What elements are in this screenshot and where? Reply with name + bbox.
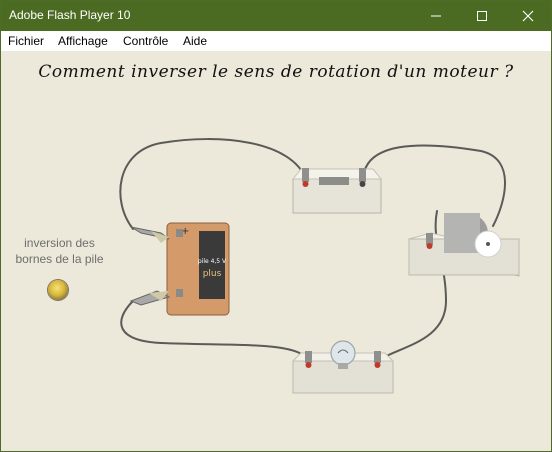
bulb-socket — [338, 363, 348, 369]
title-bar: Adobe Flash Player 10 — [1, 1, 551, 31]
switch-terminal-right — [359, 168, 366, 182]
maximize-button[interactable] — [459, 1, 505, 31]
close-icon — [522, 10, 534, 22]
menu-affichage[interactable]: Affichage — [58, 34, 108, 48]
battery-plus-terminal — [176, 229, 183, 237]
switch-terminal-right-cap — [359, 181, 366, 187]
minimize-icon — [431, 15, 441, 17]
motor-component — [408, 213, 520, 277]
window-title: Adobe Flash Player 10 — [9, 8, 131, 22]
switch-lever — [319, 177, 349, 185]
motor-shaft — [486, 242, 490, 246]
clip-top — [130, 226, 170, 243]
bulb-terminal-right-cap — [374, 362, 381, 368]
switch-terminal-left-cap — [302, 181, 309, 187]
battery-minus-terminal — [176, 289, 183, 297]
battery-label-panel — [199, 231, 225, 299]
bulb-terminal-right — [374, 351, 381, 363]
battery-brand-text: plus — [203, 269, 222, 279]
switch-component[interactable] — [291, 168, 383, 214]
menu-controle[interactable]: Contrôle — [123, 34, 168, 48]
motor-casing — [444, 213, 480, 253]
motor-terminal-cap — [426, 243, 433, 249]
wire-battery-switch — [119, 138, 307, 230]
wire-bulb-motor — [376, 210, 448, 362]
wire-switch-motor — [362, 144, 506, 227]
bulb-terminal-left — [305, 351, 312, 363]
menu-bar: Fichier Affichage Contrôle Aide — [1, 31, 551, 51]
switch-terminal-left — [302, 168, 309, 182]
circuit-diagram: pile 4,5 V plus + — [119, 138, 520, 394]
bulb-terminal-left-cap — [305, 362, 312, 368]
minimize-button[interactable] — [413, 1, 459, 31]
maximize-icon — [477, 11, 487, 21]
clip-bottom — [129, 290, 171, 306]
menu-aide[interactable]: Aide — [183, 34, 207, 48]
battery-component: pile 4,5 V plus + — [166, 222, 230, 316]
close-button[interactable] — [505, 1, 551, 31]
battery-voltage-text: pile 4,5 V — [198, 258, 227, 265]
bulb-component — [291, 340, 395, 394]
flash-player-window: Adobe Flash Player 10 Fichier Affichage … — [0, 0, 552, 452]
bulb-glass — [330, 340, 356, 366]
menu-fichier[interactable]: Fichier — [8, 34, 44, 48]
